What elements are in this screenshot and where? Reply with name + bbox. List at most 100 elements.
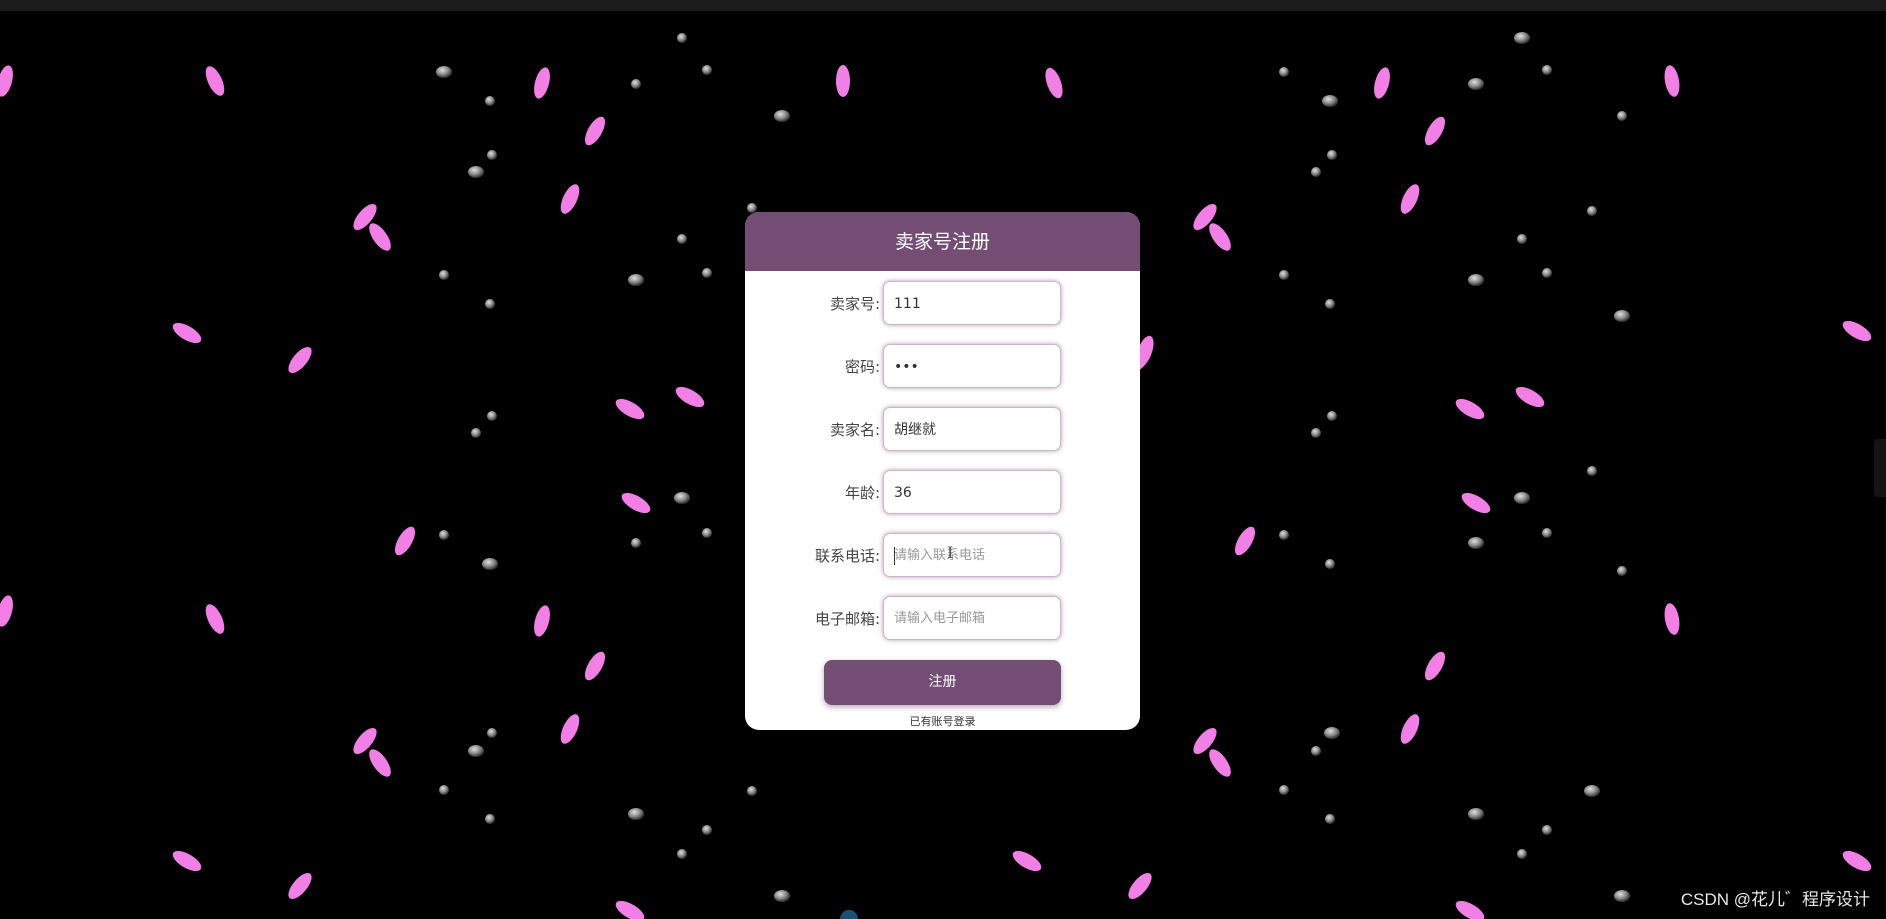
petal-44 bbox=[1842, 320, 1872, 342]
phone-row: 联系电话: 请输入联系电话 I bbox=[745, 533, 1140, 579]
petal-33 bbox=[369, 749, 391, 777]
water-drop-30 bbox=[674, 492, 690, 504]
water-drop-47 bbox=[1311, 746, 1321, 756]
water-drop-31 bbox=[1311, 428, 1321, 438]
petal-0 bbox=[205, 66, 225, 96]
seller-name-label: 卖家名: bbox=[829, 421, 880, 439]
water-drop-28 bbox=[471, 428, 481, 438]
water-drop-8 bbox=[1279, 67, 1289, 77]
water-drop-36 bbox=[482, 558, 498, 570]
water-drop-58 bbox=[1517, 849, 1527, 859]
water-drop-23 bbox=[1325, 299, 1335, 309]
water-drop-6 bbox=[774, 110, 790, 122]
water-drop-53 bbox=[702, 825, 712, 835]
petal-42 bbox=[615, 900, 645, 919]
age-row: 年龄: 36 bbox=[745, 470, 1140, 516]
email-label: 电子邮箱: bbox=[814, 610, 880, 628]
water-drop-25 bbox=[1517, 234, 1527, 244]
water-drop-2 bbox=[487, 150, 497, 160]
water-drop-22 bbox=[1279, 270, 1289, 280]
water-drop-0 bbox=[436, 66, 452, 78]
ibeam-cursor-icon: I bbox=[947, 543, 954, 562]
petal-45 bbox=[1842, 850, 1872, 872]
water-drop-20 bbox=[702, 268, 712, 278]
seller-name-input[interactable]: 胡继就 bbox=[883, 407, 1061, 451]
water-drop-3 bbox=[468, 166, 484, 178]
water-drop-13 bbox=[1542, 65, 1552, 75]
water-drop-46 bbox=[487, 728, 497, 738]
petal-4 bbox=[1374, 67, 1390, 99]
age-input[interactable]: 36 bbox=[883, 470, 1061, 514]
phone-input[interactable]: 请输入联系电话 I bbox=[883, 533, 1061, 577]
petal-9 bbox=[1400, 184, 1420, 214]
petal-2 bbox=[836, 65, 850, 97]
water-drop-52 bbox=[677, 849, 687, 859]
water-drop-62 bbox=[747, 786, 757, 796]
water-drop-19 bbox=[677, 234, 687, 244]
water-drop-5 bbox=[702, 65, 712, 75]
water-drop-57 bbox=[1468, 808, 1484, 820]
water-drop-42 bbox=[1468, 537, 1484, 549]
petal-47 bbox=[0, 595, 13, 627]
register-card: 卖家号注册 卖家号: 111 密码: ••• 卖家名: 胡继就 年龄: 36 联… bbox=[745, 212, 1140, 730]
petal-22 bbox=[621, 492, 651, 514]
page: 卖家号注册 卖家号: 111 密码: ••• 卖家名: 胡继就 年龄: 36 联… bbox=[0, 0, 1886, 919]
seller-id-row: 卖家号: 111 bbox=[745, 281, 1140, 327]
seller-name-row: 卖家名: 胡继就 bbox=[745, 407, 1140, 453]
password-row: 密码: ••• bbox=[745, 344, 1140, 390]
water-drop-10 bbox=[1327, 150, 1337, 160]
seller-id-label: 卖家号: bbox=[829, 295, 880, 313]
petal-27 bbox=[534, 605, 550, 637]
water-drop-29 bbox=[487, 411, 497, 421]
water-drop-60 bbox=[1614, 890, 1630, 902]
water-drop-1 bbox=[485, 96, 495, 106]
register-button[interactable]: 注册 bbox=[824, 660, 1061, 705]
petal-11 bbox=[369, 223, 391, 251]
water-drop-4 bbox=[677, 33, 687, 43]
petal-6 bbox=[584, 116, 606, 146]
water-drop-40 bbox=[1279, 530, 1289, 540]
petal-36 bbox=[560, 714, 580, 744]
water-drop-26 bbox=[1542, 268, 1552, 278]
petal-19 bbox=[675, 386, 705, 408]
side-panel-handle[interactable] bbox=[1874, 439, 1886, 497]
water-drop-24 bbox=[1468, 274, 1484, 286]
water-drop-34 bbox=[1587, 466, 1597, 476]
water-drop-49 bbox=[439, 785, 449, 795]
water-drop-17 bbox=[485, 299, 495, 309]
age-label: 年龄: bbox=[844, 484, 880, 502]
water-drop-33 bbox=[1514, 492, 1530, 504]
water-drop-37 bbox=[631, 538, 641, 548]
water-drop-45 bbox=[468, 745, 484, 757]
water-drop-44 bbox=[1617, 566, 1627, 576]
petal-23 bbox=[1461, 492, 1491, 514]
login-link[interactable]: 已有账号登录 bbox=[745, 715, 1140, 729]
petal-3 bbox=[1045, 67, 1063, 99]
petal-20 bbox=[1455, 398, 1485, 420]
petal-8 bbox=[560, 184, 580, 214]
phone-placeholder: 请输入联系电话 bbox=[894, 548, 986, 563]
petal-46 bbox=[0, 65, 13, 97]
email-input[interactable]: 请输入电子邮箱 bbox=[883, 596, 1061, 640]
petal-29 bbox=[1664, 603, 1680, 635]
password-input[interactable]: ••• bbox=[883, 344, 1061, 388]
water-drop-12 bbox=[1514, 32, 1530, 44]
water-drop-9 bbox=[1322, 95, 1338, 107]
petal-13 bbox=[1209, 223, 1231, 251]
petal-14 bbox=[172, 322, 202, 344]
petal-38 bbox=[172, 850, 202, 872]
seller-id-input[interactable]: 111 bbox=[883, 281, 1061, 325]
water-drop-7 bbox=[631, 79, 641, 89]
water-drop-14 bbox=[1617, 111, 1627, 121]
water-drop-55 bbox=[1279, 785, 1289, 795]
water-drop-27 bbox=[1614, 310, 1630, 322]
water-drop-51 bbox=[628, 808, 644, 820]
water-drop-38 bbox=[702, 528, 712, 538]
water-drop-18 bbox=[628, 274, 644, 286]
password-label: 密码: bbox=[844, 358, 880, 376]
petal-39 bbox=[288, 872, 312, 900]
text-caret bbox=[894, 547, 895, 565]
water-drop-43 bbox=[1542, 528, 1552, 538]
petal-7 bbox=[1424, 116, 1446, 146]
petal-21 bbox=[1515, 386, 1545, 408]
